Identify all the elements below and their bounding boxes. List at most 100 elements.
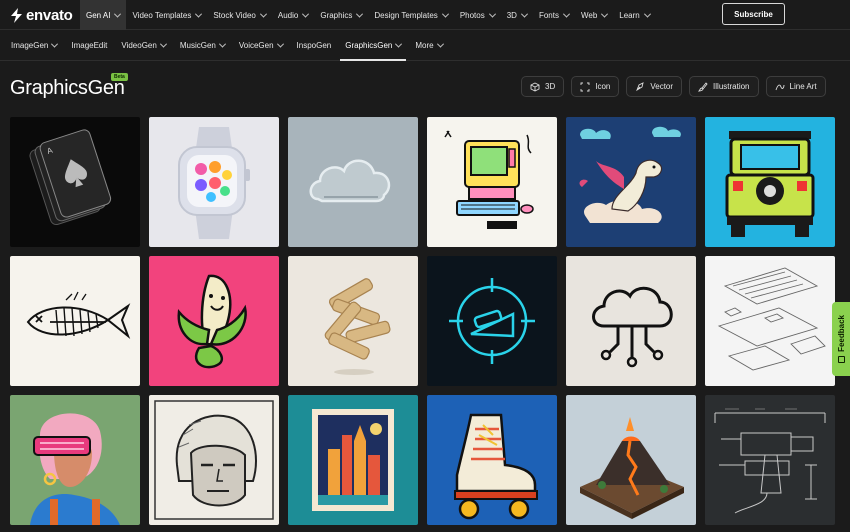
nav-label: Learn	[619, 10, 640, 20]
pen-nib-icon	[636, 81, 645, 91]
nav-design-templates[interactable]: Design Templates	[368, 0, 453, 30]
filter-illustration[interactable]: Illustration	[689, 76, 759, 97]
filter-icon[interactable]: Icon	[571, 76, 620, 97]
gallery-tile-penne-pasta[interactable]	[288, 256, 418, 386]
subnav-voicegen[interactable]: VoiceGen	[232, 31, 290, 61]
chevron-down-icon	[51, 40, 59, 48]
envato-leaf-icon	[11, 7, 22, 23]
nav-audio[interactable]: Audio	[272, 0, 314, 30]
nav-fonts[interactable]: Fonts	[533, 0, 575, 30]
nav-label: Video Templates	[132, 10, 192, 20]
feedback-label: Feedback	[836, 315, 846, 352]
page-title: GraphicsGen	[10, 77, 125, 99]
chevron-down-icon	[259, 10, 267, 18]
gallery-tile-volcano[interactable]	[566, 395, 696, 525]
chevron-down-icon	[562, 10, 571, 18]
feedback-tab[interactable]: Feedback	[832, 302, 850, 376]
subscribe-button[interactable]: Subscribe	[722, 3, 785, 25]
subnav-imagegen[interactable]: ImageGen	[4, 31, 64, 61]
smartwatch-image	[149, 117, 279, 247]
chevron-down-icon	[436, 40, 444, 48]
beta-badge: Beta	[111, 73, 128, 81]
subnav-graphicsgen[interactable]: GraphicsGen	[338, 31, 408, 61]
jeep-image	[705, 117, 835, 247]
nav-label: 3D	[506, 10, 517, 20]
gallery-tile-glass-cloud[interactable]	[288, 117, 418, 247]
top-navigation: envato Gen AI Video Templates Stock Vide…	[0, 0, 850, 30]
gallery-tile-dragon[interactable]	[566, 117, 696, 247]
filter-label: 3D	[545, 82, 556, 91]
cloud-network-image	[566, 256, 696, 386]
nav-label: Photos	[459, 10, 485, 20]
playing-cards-image: A	[10, 117, 140, 247]
subnav-videogen[interactable]: VideoGen	[114, 31, 172, 61]
gallery-tile-roller-skate[interactable]	[427, 395, 557, 525]
subnav-label: VideoGen	[121, 41, 157, 50]
nav-3d[interactable]: 3D	[501, 0, 533, 30]
chevron-down-icon	[356, 10, 364, 18]
filter-line-art[interactable]: Line Art	[765, 76, 826, 97]
subnav-label: VoiceGen	[238, 41, 274, 50]
gallery-tile-helmet-sketch[interactable]	[149, 395, 279, 525]
gallery-tile-neon-car[interactable]	[427, 256, 557, 386]
feedback-icon	[837, 355, 845, 363]
subnav-label: ImageEdit	[71, 41, 108, 50]
filter-vector[interactable]: Vector	[626, 76, 683, 97]
chevron-down-icon	[601, 10, 609, 18]
gallery-tile-vr-woman[interactable]	[10, 395, 140, 525]
chevron-down-icon	[195, 10, 203, 18]
gallery-tile-playing-cards[interactable]: A	[10, 117, 140, 247]
filter-label: Icon	[595, 82, 611, 91]
nav-graphics[interactable]: Graphics	[314, 0, 368, 30]
chevron-down-icon	[395, 40, 403, 48]
envato-logo[interactable]: envato	[10, 6, 73, 24]
subnav-label: More	[415, 41, 434, 50]
chevron-down-icon	[520, 10, 528, 18]
gallery-tile-smartwatch[interactable]	[149, 117, 279, 247]
graphics-gallery: A	[10, 117, 840, 525]
subnav-label: MusicGen	[179, 41, 216, 50]
chevron-down-icon	[643, 10, 651, 18]
gallery-tile-retro-computer[interactable]	[427, 117, 557, 247]
style-filters: 3D Icon Vector Illustration Line Art	[521, 76, 826, 97]
filter-3d[interactable]: 3D	[521, 76, 565, 97]
nav-web[interactable]: Web	[575, 0, 613, 30]
nav-photos[interactable]: Photos	[454, 0, 501, 30]
filter-label: Illustration	[713, 82, 750, 91]
gallery-tile-jeep[interactable]	[705, 117, 835, 247]
subnav-musicgen[interactable]: MusicGen	[173, 31, 232, 61]
subnav-imageedit[interactable]: ImageEdit	[64, 31, 114, 61]
retro-computer-image	[427, 117, 557, 247]
nav-label: Graphics	[320, 10, 353, 20]
chevron-down-icon	[159, 40, 167, 48]
gallery-tile-exploded-keyboard[interactable]	[705, 256, 835, 386]
gallery-tile-city-stamp[interactable]	[288, 395, 418, 525]
nav-learn[interactable]: Learn	[613, 0, 655, 30]
nav-label: Audio	[277, 10, 299, 20]
filter-label: Vector	[650, 82, 674, 91]
main-nav: Gen AI Video Templates Stock Video Audio…	[80, 0, 656, 30]
chevron-down-icon	[276, 40, 284, 48]
subnav-label: GraphicsGen	[345, 41, 393, 50]
nav-stock-video[interactable]: Stock Video	[207, 0, 272, 30]
drill-blueprint-image	[705, 395, 835, 525]
subnav-more[interactable]: More	[408, 31, 449, 61]
cube-icon	[530, 81, 540, 92]
nav-video-templates[interactable]: Video Templates	[126, 0, 207, 30]
brush-icon	[698, 81, 708, 91]
vr-woman-image	[10, 395, 140, 525]
subnav-label: InspoGen	[296, 41, 332, 50]
gallery-tile-cloud-network[interactable]	[566, 256, 696, 386]
chevron-down-icon	[218, 40, 226, 48]
gallery-tile-fish-skeleton[interactable]	[10, 256, 140, 386]
subnav-label: ImageGen	[11, 41, 49, 50]
chevron-down-icon	[302, 10, 310, 18]
line-art-icon	[775, 84, 784, 90]
nav-gen-ai[interactable]: Gen AI	[80, 0, 127, 30]
filter-label: Line Art	[789, 82, 817, 91]
gallery-tile-banana[interactable]	[149, 256, 279, 386]
chevron-down-icon	[488, 10, 496, 18]
subnav-inspogen[interactable]: InspoGen	[290, 31, 339, 61]
dragon-image	[566, 117, 696, 247]
gallery-tile-drill-blueprint[interactable]	[705, 395, 835, 525]
